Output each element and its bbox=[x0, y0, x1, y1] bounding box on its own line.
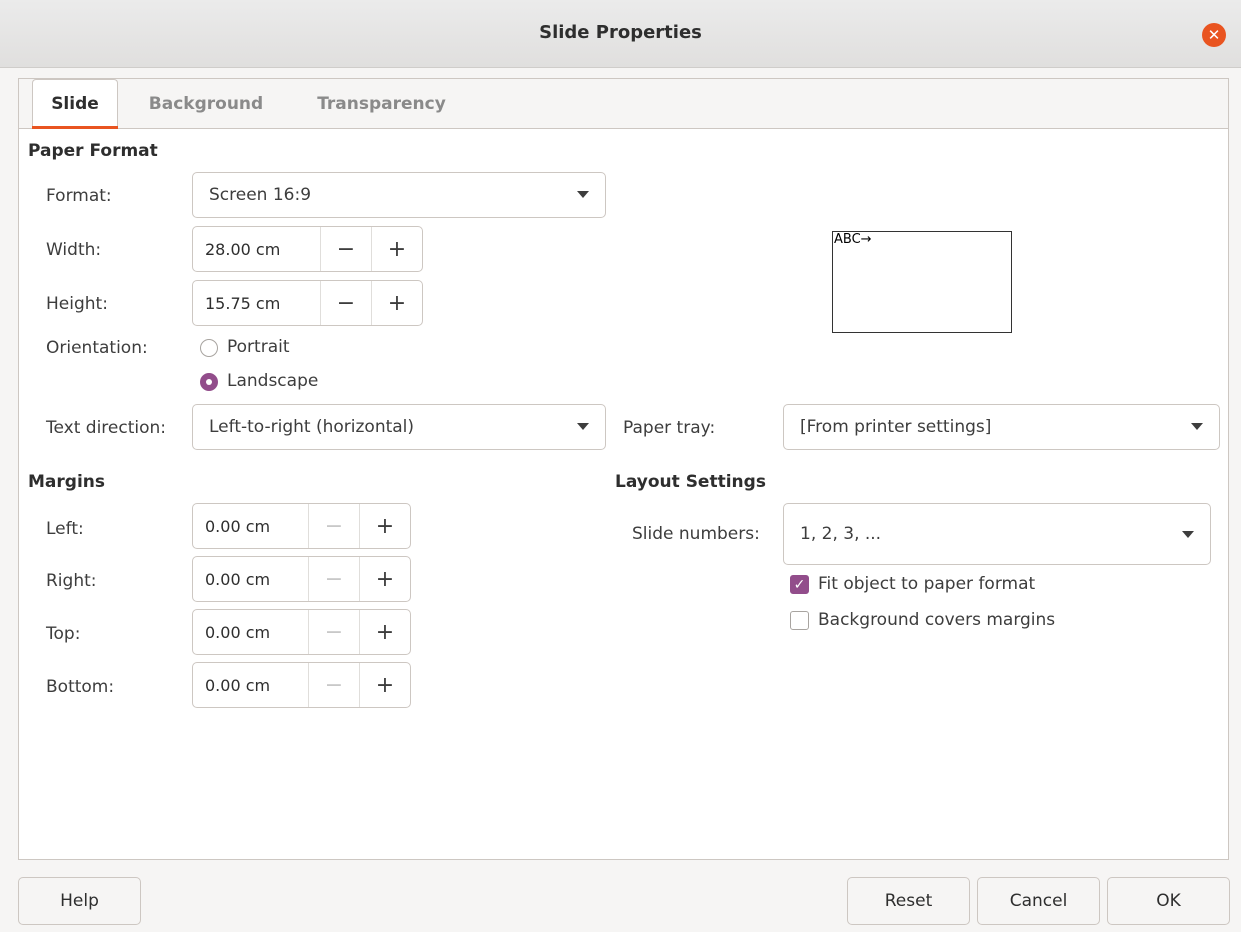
right-margin-increment-button[interactable]: + bbox=[359, 557, 410, 601]
chevron-down-icon bbox=[1191, 423, 1203, 430]
tab-background[interactable]: Background bbox=[131, 79, 281, 128]
landscape-radio[interactable] bbox=[200, 373, 218, 391]
left-margin-value[interactable]: 0.00 cm bbox=[193, 504, 308, 548]
chevron-down-icon bbox=[1182, 531, 1194, 538]
checkmark-icon: ✓ bbox=[793, 576, 806, 593]
height-stepper[interactable]: 15.75 cm − + bbox=[192, 280, 423, 326]
chevron-down-icon bbox=[577, 423, 589, 430]
paper-tray-dropdown[interactable]: [From printer settings] bbox=[783, 404, 1220, 450]
background-covers-margins-label[interactable]: Background covers margins bbox=[818, 610, 1055, 630]
bottom-margin-increment-button[interactable]: + bbox=[359, 663, 410, 707]
tab-transparency[interactable]: Transparency bbox=[299, 79, 464, 128]
reset-button[interactable]: Reset bbox=[847, 877, 970, 925]
bottom-margin-stepper[interactable]: 0.00 cm − + bbox=[192, 662, 411, 708]
text-direction-label: Text direction: bbox=[46, 418, 167, 438]
portrait-label[interactable]: Portrait bbox=[227, 337, 290, 357]
height-increment-button[interactable]: + bbox=[371, 281, 422, 325]
right-margin-stepper[interactable]: 0.00 cm − + bbox=[192, 556, 411, 602]
paper-tray-label: Paper tray: bbox=[623, 418, 716, 438]
close-icon[interactable]: ✕ bbox=[1202, 23, 1226, 47]
right-margin-value[interactable]: 0.00 cm bbox=[193, 557, 308, 601]
fit-object-label[interactable]: Fit object to paper format bbox=[818, 574, 1035, 594]
orientation-label: Orientation: bbox=[46, 338, 148, 358]
ok-button[interactable]: OK bbox=[1107, 877, 1230, 925]
top-margin-decrement-button[interactable]: − bbox=[308, 610, 359, 654]
left-margin-decrement-button[interactable]: − bbox=[308, 504, 359, 548]
bottom-margin-label: Bottom: bbox=[46, 677, 115, 697]
paper-tray-value: [From printer settings] bbox=[800, 417, 992, 437]
top-margin-label: Top: bbox=[46, 624, 81, 644]
slide-numbers-label: Slide numbers: bbox=[632, 524, 760, 544]
width-value[interactable]: 28.00 cm bbox=[193, 227, 320, 271]
top-margin-value[interactable]: 0.00 cm bbox=[193, 610, 308, 654]
slide-numbers-value: 1, 2, 3, ... bbox=[800, 524, 882, 544]
portrait-radio[interactable] bbox=[200, 339, 218, 357]
bottom-margin-decrement-button[interactable]: − bbox=[308, 663, 359, 707]
paper-format-heading: Paper Format bbox=[28, 141, 158, 161]
left-margin-stepper[interactable]: 0.00 cm − + bbox=[192, 503, 411, 549]
text-direction-value: Left-to-right (horizontal) bbox=[209, 417, 415, 437]
slide-numbers-dropdown[interactable]: 1, 2, 3, ... bbox=[783, 503, 1211, 565]
chevron-down-icon bbox=[577, 191, 589, 198]
height-value[interactable]: 15.75 cm bbox=[193, 281, 320, 325]
width-decrement-button[interactable]: − bbox=[320, 227, 371, 271]
cancel-button[interactable]: Cancel bbox=[977, 877, 1100, 925]
height-decrement-button[interactable]: − bbox=[320, 281, 371, 325]
height-label: Height: bbox=[46, 294, 108, 314]
top-margin-stepper[interactable]: 0.00 cm − + bbox=[192, 609, 411, 655]
title-bar: Slide Properties ✕ bbox=[0, 0, 1241, 68]
top-margin-increment-button[interactable]: + bbox=[359, 610, 410, 654]
fit-object-checkbox[interactable]: ✓ bbox=[790, 575, 809, 594]
margins-heading: Margins bbox=[28, 472, 105, 492]
right-margin-decrement-button[interactable]: − bbox=[308, 557, 359, 601]
text-direction-dropdown[interactable]: Left-to-right (horizontal) bbox=[192, 404, 606, 450]
format-dropdown[interactable]: Screen 16:9 bbox=[192, 172, 606, 218]
dialog-title: Slide Properties bbox=[539, 22, 702, 43]
right-margin-label: Right: bbox=[46, 571, 97, 591]
bottom-margin-value[interactable]: 0.00 cm bbox=[193, 663, 308, 707]
format-label: Format: bbox=[46, 186, 112, 206]
page-preview: ABC→ bbox=[832, 231, 1012, 333]
help-button[interactable]: Help bbox=[18, 877, 141, 925]
format-value: Screen 16:9 bbox=[209, 185, 312, 205]
tab-bar: Slide Background Transparency bbox=[19, 79, 1228, 129]
landscape-label[interactable]: Landscape bbox=[227, 371, 318, 391]
left-margin-increment-button[interactable]: + bbox=[359, 504, 410, 548]
background-covers-margins-checkbox[interactable] bbox=[790, 611, 809, 630]
left-margin-label: Left: bbox=[46, 519, 84, 539]
width-increment-button[interactable]: + bbox=[371, 227, 422, 271]
width-label: Width: bbox=[46, 240, 102, 260]
preview-text: ABC→ bbox=[834, 232, 872, 247]
tab-slide[interactable]: Slide bbox=[32, 79, 118, 129]
layout-settings-heading: Layout Settings bbox=[615, 472, 766, 492]
width-stepper[interactable]: 28.00 cm − + bbox=[192, 226, 423, 272]
